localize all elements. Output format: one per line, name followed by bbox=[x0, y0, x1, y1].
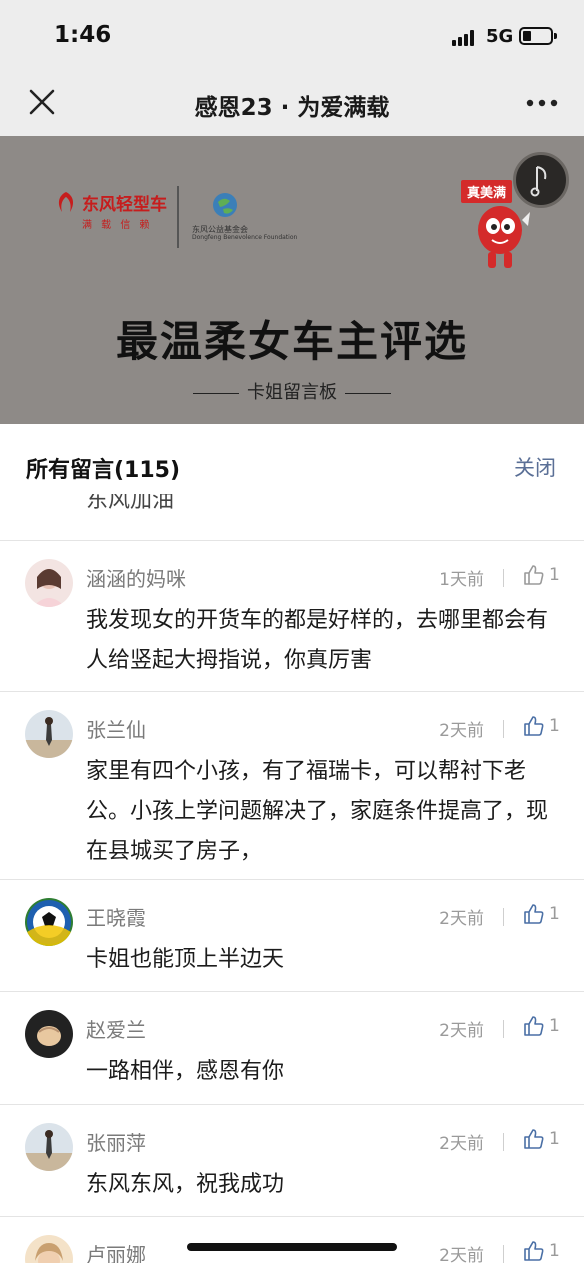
brand-name: 东风轻型车 bbox=[82, 195, 167, 215]
avatar[interactable] bbox=[25, 1235, 73, 1263]
thumbs-up-icon[interactable] bbox=[522, 714, 546, 738]
commenter-name: 涵涵的妈咪 bbox=[86, 567, 186, 591]
comment-item: 张兰仙 2天前 1 家里有四个小孩，有了福瑞卡，可以帮衬下老公。小孩上学问题解决… bbox=[0, 691, 584, 879]
divider bbox=[503, 569, 504, 587]
avatar[interactable] bbox=[25, 1010, 73, 1058]
comment-time: 2天前 bbox=[439, 1246, 484, 1263]
avatar[interactable] bbox=[25, 1123, 73, 1171]
thumbs-up-icon[interactable] bbox=[522, 1014, 546, 1038]
banner-subtitle: 卡姐留言板 bbox=[0, 378, 584, 404]
comment-text: 一路相伴，感恩有你 bbox=[86, 1059, 285, 1084]
comment-time: 1天前 bbox=[439, 570, 484, 590]
commenter-name: 张兰仙 bbox=[86, 718, 146, 742]
status-time: 1:46 bbox=[54, 22, 112, 48]
divider bbox=[503, 720, 504, 738]
comment-item: 张丽萍 2天前 1 东风东风，祝我成功 bbox=[0, 1104, 584, 1216]
page-title: 感恩23 · 为爱满载 bbox=[194, 95, 390, 121]
comment-time: 2天前 bbox=[439, 721, 484, 741]
thumbs-up-icon[interactable] bbox=[522, 1239, 546, 1263]
divider bbox=[503, 1133, 504, 1151]
comment-time: 2天前 bbox=[439, 909, 484, 929]
comment-item: 赵爱兰 2天前 1 一路相伴，感恩有你 bbox=[0, 991, 584, 1104]
comment-item: 卢丽娜 2天前 1 bbox=[0, 1216, 584, 1263]
brand-sub: 满 载 信 赖 bbox=[82, 220, 153, 231]
thumbs-up-icon[interactable] bbox=[522, 1127, 546, 1151]
divider bbox=[503, 1020, 504, 1038]
logo-divider bbox=[177, 186, 179, 248]
commenter-name: 张丽萍 bbox=[86, 1131, 146, 1155]
like-count: 1 bbox=[549, 904, 560, 924]
like-count: 1 bbox=[549, 1241, 560, 1261]
comment-text: 东风东风，祝我成功 bbox=[86, 1172, 285, 1197]
partial-comment: 东风加油 bbox=[86, 494, 386, 516]
comment-item: 王晓霞 2天前 1 卡姐也能顶上半边天 bbox=[0, 879, 584, 991]
comment-item: 涵涵的妈咪 1天前 1 我发现女的开货车的都是好样的，去哪里都会有人给竖起大拇指… bbox=[0, 540, 584, 691]
home-indicator[interactable] bbox=[187, 1243, 397, 1251]
banner-subtitle-text: 卡姐留言板 bbox=[247, 382, 337, 403]
status-bar: 1:46 5G bbox=[0, 0, 584, 70]
campaign-banner: 东风轻型车 满 载 信 赖 东风公益基金会 Dongfeng Benevolen… bbox=[0, 136, 584, 424]
more-icon[interactable] bbox=[524, 90, 560, 116]
divider bbox=[503, 908, 504, 926]
comment-text: 卡姐也能顶上半边天 bbox=[86, 947, 285, 972]
nav-bar: 感恩23 · 为爱满载 bbox=[0, 70, 584, 136]
close-comments-button[interactable]: 关闭 bbox=[514, 452, 556, 482]
like-count: 1 bbox=[549, 565, 560, 585]
network-label: 5G bbox=[486, 26, 514, 47]
avatar[interactable] bbox=[25, 559, 73, 607]
comment-text: 我发现女的开货车的都是好样的，去哪里都会有人给竖起大拇指说，你真厉害 bbox=[86, 608, 549, 673]
commenter-name: 卢丽娜 bbox=[86, 1243, 146, 1263]
comment-text: 家里有四个小孩，有了福瑞卡，可以帮衬下老公。小孩上学问题解决了，家庭条件提高了，… bbox=[86, 759, 549, 864]
like-count: 1 bbox=[549, 1016, 560, 1036]
thumbs-up-icon[interactable] bbox=[522, 563, 546, 587]
like-count: 1 bbox=[549, 1129, 560, 1149]
battery-icon bbox=[519, 27, 557, 45]
thumbs-up-icon[interactable] bbox=[522, 902, 546, 926]
comment-time: 2天前 bbox=[439, 1021, 484, 1041]
commenter-name: 王晓霞 bbox=[86, 906, 146, 930]
commenter-name: 赵爱兰 bbox=[86, 1018, 146, 1042]
dongfeng-logo: 东风轻型车 满 载 信 赖 bbox=[54, 188, 174, 238]
music-button[interactable] bbox=[513, 152, 569, 208]
mascot-tag: 真美满 bbox=[461, 180, 513, 203]
comment-time: 2天前 bbox=[439, 1134, 484, 1154]
comment-list: 涵涵的妈咪 1天前 1 我发现女的开货车的都是好样的，去哪里都会有人给竖起大拇指… bbox=[0, 540, 584, 1263]
signal-icon bbox=[452, 30, 478, 46]
banner-title: 最温柔女车主评选 bbox=[115, 317, 468, 366]
comments-title: 所有留言(115) bbox=[26, 458, 181, 483]
partial-comment-text: 东风加油 bbox=[86, 494, 175, 513]
avatar[interactable] bbox=[25, 898, 73, 946]
avatar[interactable] bbox=[25, 710, 73, 758]
like-count: 1 bbox=[549, 716, 560, 736]
foundation-en: Dongfeng Benevolence Foundation bbox=[192, 234, 298, 241]
divider bbox=[503, 1245, 504, 1263]
foundation-logo: 东风公益基金会 Dongfeng Benevolence Foundation bbox=[192, 192, 297, 242]
